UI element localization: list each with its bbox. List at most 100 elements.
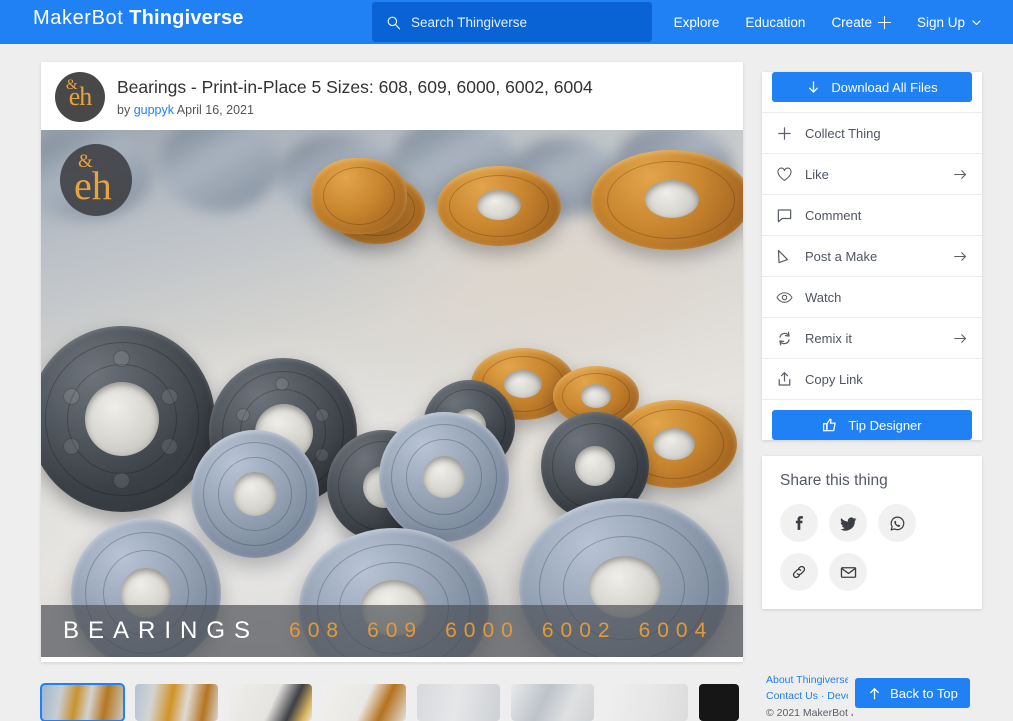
nav-item-sign-up[interactable]: Sign Up xyxy=(904,0,995,44)
share-buttons xyxy=(780,504,964,591)
nav-label-education: Education xyxy=(745,14,806,30)
caption-title: BEARINGS xyxy=(63,617,260,644)
thing-heading-block: Bearings - Print-in-Place 5 Sizes: 608, … xyxy=(117,77,593,118)
share-card: Share this thing xyxy=(762,456,982,609)
thumbnail-1[interactable] xyxy=(40,683,125,721)
arrow-right-icon xyxy=(954,169,967,179)
thing-header: & eh Bearings - Print-in-Place 5 Sizes: … xyxy=(41,62,743,130)
thumbnail-6[interactable] xyxy=(511,684,594,721)
link-icon xyxy=(792,565,806,579)
bearing-gold-2 xyxy=(437,166,561,246)
share-email-button[interactable] xyxy=(829,553,867,591)
caption-size-6000: 6000 xyxy=(445,619,520,642)
bearing-blue-2 xyxy=(379,412,509,542)
tip-designer-label: Tip Designer xyxy=(848,417,922,433)
caption-size-6004: 6004 xyxy=(638,619,714,642)
caption-size-608: 608 xyxy=(289,619,346,642)
action-sidebar: Download All Files Collect Thing Like Co… xyxy=(762,62,982,609)
download-all-files-label: Download All Files xyxy=(831,79,938,95)
page-title: Bearings - Print-in-Place 5 Sizes: 608, … xyxy=(117,76,593,97)
post-a-make-row[interactable]: Post a Make xyxy=(762,235,982,276)
author-link[interactable]: guppyk xyxy=(134,103,174,117)
nav-item-create[interactable]: Create xyxy=(818,0,904,44)
share-title: Share this thing xyxy=(780,472,888,489)
nav-label-create: Create xyxy=(831,14,872,30)
caption-sizes: 608 609 6000 6002 6004 xyxy=(289,619,713,643)
thumbnail-strip xyxy=(40,683,743,721)
bearing-gold-3 xyxy=(591,150,743,250)
email-icon xyxy=(840,566,856,578)
camera-icon xyxy=(777,249,789,263)
back-to-top-label: Back to Top xyxy=(890,685,958,701)
eye-icon xyxy=(776,291,793,303)
logo-makerbot: MakerBot xyxy=(33,7,124,29)
copy-link-label: Copy Link xyxy=(805,371,863,387)
search-placeholder: Search Thingiverse xyxy=(411,14,528,30)
heart-icon xyxy=(777,166,792,181)
action-card: Download All Files Collect Thing Like Co… xyxy=(762,72,982,440)
comment-label: Comment xyxy=(805,207,862,223)
nav-item-education[interactable]: Education xyxy=(732,0,818,44)
avatar-initials: eh xyxy=(68,82,93,111)
share-twitter-button[interactable] xyxy=(829,504,867,542)
remix-it-row[interactable]: Remix it xyxy=(762,317,982,358)
page-body: & eh Bearings - Print-in-Place 5 Sizes: … xyxy=(0,44,1013,721)
tip-designer-button[interactable]: Tip Designer xyxy=(772,410,972,440)
bearing-blue-1 xyxy=(191,430,319,558)
main-nav: Explore Education Create Sign Up xyxy=(661,0,995,44)
site-logo[interactable]: MakerBot Thingiverse xyxy=(33,7,244,30)
remix-it-label: Remix it xyxy=(805,330,852,346)
thumbnail-2[interactable] xyxy=(135,684,218,721)
watermark-initials: eh xyxy=(74,163,112,208)
arrow-right-icon xyxy=(954,251,967,261)
watch-label: Watch xyxy=(805,289,842,305)
share-whatsapp-button[interactable] xyxy=(878,504,916,542)
bearing-gold-barrel xyxy=(311,158,407,234)
thumbnail-4[interactable] xyxy=(323,684,406,721)
image-caption-band: BEARINGS 608 609 6000 6002 6004 xyxy=(41,605,743,657)
collect-thing-row[interactable]: Collect Thing xyxy=(762,112,982,153)
comment-icon xyxy=(777,208,792,222)
site-header: MakerBot Thingiverse Search Thingiverse … xyxy=(0,0,1013,44)
download-arrow-icon xyxy=(809,80,819,93)
nav-label-sign-up: Sign Up xyxy=(916,14,965,30)
back-to-top-button[interactable]: Back to Top xyxy=(855,678,970,708)
comment-row[interactable]: Comment xyxy=(762,194,982,235)
arrow-right-icon xyxy=(954,333,967,343)
thumbnail-5[interactable] xyxy=(417,684,500,721)
nav-label-explore: Explore xyxy=(673,14,720,30)
chevron-down-icon xyxy=(972,19,981,25)
logo-thingiverse: Thingiverse xyxy=(129,7,244,29)
thumbnail-8[interactable] xyxy=(699,684,739,721)
avatar[interactable]: & eh xyxy=(55,72,105,122)
arrow-up-icon xyxy=(870,687,880,699)
like-label: Like xyxy=(805,166,829,182)
share-facebook-button[interactable] xyxy=(780,504,818,542)
thing-card: & eh Bearings - Print-in-Place 5 Sizes: … xyxy=(41,62,743,662)
post-a-make-label: Post a Make xyxy=(805,248,878,264)
thing-byline: by guppyk April 16, 2021 xyxy=(117,103,593,117)
share-link-button[interactable] xyxy=(780,553,818,591)
thumbs-up-icon xyxy=(823,418,837,432)
plus-icon xyxy=(877,15,891,29)
caption-size-6002: 6002 xyxy=(541,619,617,642)
search-input[interactable]: Search Thingiverse xyxy=(372,2,652,42)
plus-icon xyxy=(778,126,791,140)
image-watermark: & eh xyxy=(60,144,132,216)
thing-main-image[interactable]: & eh BEARINGS 608 609 6000 6002 6004 xyxy=(41,130,743,657)
like-row[interactable]: Like xyxy=(762,153,982,194)
whatsapp-icon xyxy=(890,516,904,530)
download-all-files-button[interactable]: Download All Files xyxy=(772,72,972,102)
thumbnail-3[interactable] xyxy=(229,684,312,721)
share-upload-icon xyxy=(778,371,791,386)
byline-prefix: by xyxy=(117,103,134,118)
tip-divider xyxy=(762,399,982,400)
copy-link-row[interactable]: Copy Link xyxy=(762,358,982,399)
thumbnail-7[interactable] xyxy=(605,684,688,721)
thing-date: April 16, 2021 xyxy=(176,103,254,118)
nav-item-explore[interactable]: Explore xyxy=(661,0,733,44)
facebook-icon xyxy=(795,516,803,530)
watch-row[interactable]: Watch xyxy=(762,276,982,317)
remix-refresh-icon xyxy=(779,331,790,345)
collect-thing-label: Collect Thing xyxy=(805,125,881,141)
